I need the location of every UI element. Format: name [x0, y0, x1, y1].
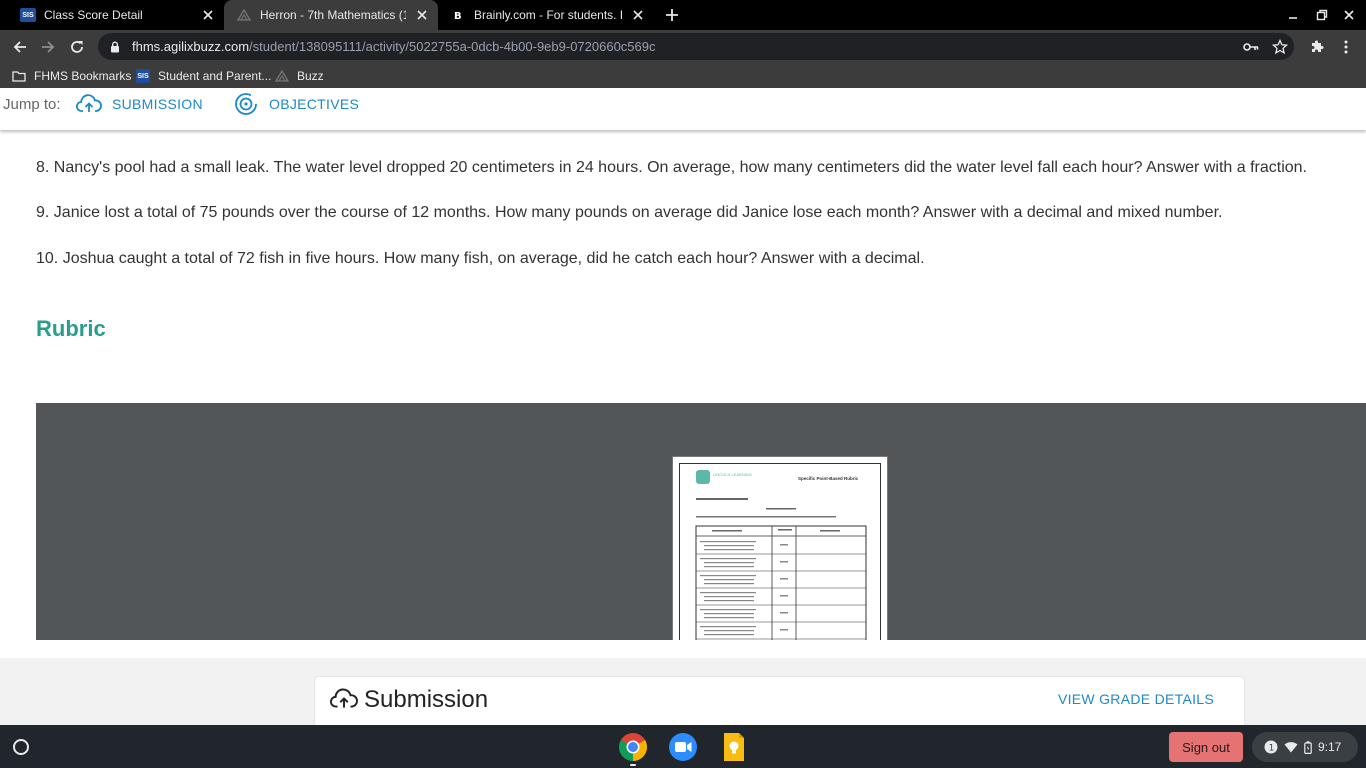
- rubric-heading: Rubric: [36, 316, 106, 341]
- close-tab-icon[interactable]: [630, 7, 646, 23]
- agilix-icon: [236, 7, 252, 23]
- browser-toolbar: fhms.agilixbuzz.com/student/138095111/ac…: [0, 30, 1366, 63]
- tab-title: Class Score Detail: [44, 8, 143, 22]
- chrome-app-button[interactable]: [618, 732, 648, 762]
- battery-icon: [1304, 740, 1312, 754]
- bookmark-label: FHMS Bookmarks: [34, 69, 132, 83]
- tab-title: Brainly.com - For students. By st: [474, 8, 622, 22]
- jump-to-bar: Jump to: SUBMISSION OBJECTIVES: [0, 88, 1366, 130]
- key-icon[interactable]: [1242, 38, 1260, 56]
- submission-title: Submission: [364, 686, 489, 713]
- close-tab-icon[interactable]: [200, 7, 216, 23]
- notification-badge: 1: [1264, 740, 1278, 754]
- folder-icon: [12, 69, 26, 83]
- puzzle-icon: [1312, 40, 1324, 52]
- tab-herron-7th-mathematics[interactable]: Herron - 7th Mathematics (1st P: [224, 0, 438, 30]
- os-shelf: Sign out 1 9:17: [0, 725, 1366, 768]
- sis-icon: SIS: [20, 7, 36, 23]
- svg-text:Specific Point-Based Rubric: Specific Point-Based Rubric: [798, 476, 859, 481]
- arrow-left-icon: [13, 41, 26, 53]
- jump-link-label: OBJECTIVES: [269, 96, 360, 112]
- chrome-icon: [619, 733, 647, 761]
- star-icon[interactable]: [1271, 38, 1289, 56]
- brainly-icon: B: [450, 7, 466, 23]
- address-bar[interactable]: fhms.agilixbuzz.com/student/138095111/ac…: [98, 33, 1294, 60]
- jump-submission-link[interactable]: SUBMISSION: [76, 91, 203, 117]
- extensions-button[interactable]: [1306, 36, 1328, 58]
- status-tray[interactable]: 1 9:17: [1252, 732, 1358, 762]
- arrow-right-icon: [42, 41, 55, 53]
- minimize-button[interactable]: [1283, 5, 1303, 25]
- tab-class-score-detail[interactable]: SIS Class Score Detail: [8, 0, 224, 30]
- new-tab-button[interactable]: [662, 5, 682, 25]
- keep-app-button[interactable]: [719, 732, 749, 762]
- bookmark-fhms-bookmarks[interactable]: FHMS Bookmarks: [12, 66, 131, 86]
- restore-button[interactable]: [1312, 5, 1332, 25]
- close-tab-icon[interactable]: [414, 7, 430, 23]
- restore-icon: [1316, 9, 1328, 21]
- question-8: 8. Nancy's pool had a small leak. The wa…: [36, 159, 1307, 176]
- url-text[interactable]: fhms.agilixbuzz.com/student/138095111/ac…: [132, 39, 656, 54]
- close-icon: [1344, 10, 1354, 20]
- bookmark-label: Student and Parent...: [158, 69, 272, 83]
- rubric-document-viewer[interactable]: LINCOLN LEARNING Specific Point-Based Ru…: [36, 403, 1366, 640]
- sign-out-button[interactable]: Sign out: [1169, 732, 1243, 762]
- question-10: 10. Joshua caught a total of 72 fish in …: [36, 250, 925, 267]
- rubric-document-thumbnail: LINCOLN LEARNING Specific Point-Based Ru…: [695, 470, 867, 640]
- reload-button[interactable]: [66, 36, 88, 58]
- target-icon: [233, 91, 259, 117]
- svg-text:1: 1: [1269, 744, 1275, 754]
- plus-icon: [666, 9, 678, 21]
- chrome-running-indicator: [630, 764, 636, 766]
- keep-icon: [724, 733, 744, 761]
- launcher-circle-icon: [13, 739, 29, 755]
- menu-button[interactable]: [1335, 36, 1357, 58]
- upload-cloud-icon: [329, 687, 359, 711]
- minimize-icon: [1289, 17, 1297, 19]
- reload-icon: [71, 41, 83, 53]
- url-host: fhms.agilixbuzz.com: [132, 39, 250, 54]
- sis-icon: SIS: [136, 69, 150, 83]
- submission-card: Submission VIEW GRADE DETAILS: [315, 677, 1244, 725]
- upload-cloud-icon: [76, 91, 102, 117]
- bookmark-label: Buzz: [297, 69, 324, 83]
- question-9: 9. Janice lost a total of 75 pounds over…: [36, 204, 1223, 221]
- launcher-button[interactable]: [8, 734, 34, 760]
- rubric-document-frame: LINCOLN LEARNING Specific Point-Based Ru…: [679, 463, 881, 640]
- zoom-icon: [669, 733, 697, 761]
- kebab-menu-icon: [1344, 40, 1348, 54]
- tab-title: Herron - 7th Mathematics (1st P: [260, 8, 406, 22]
- agilix-icon: [275, 69, 289, 83]
- tab-brainly[interactable]: B Brainly.com - For students. By st: [438, 0, 654, 30]
- svg-text:B: B: [454, 11, 462, 21]
- lock-icon[interactable]: [108, 40, 122, 54]
- svg-text:LINCOLN LEARNING: LINCOLN LEARNING: [713, 472, 752, 477]
- jump-to-label: Jump to:: [3, 96, 61, 113]
- jump-link-label: SUBMISSION: [112, 96, 203, 112]
- zoom-app-button[interactable]: [668, 732, 698, 762]
- clock: 9:17: [1318, 740, 1342, 754]
- back-button[interactable]: [9, 36, 31, 58]
- url-path: /student/138095111/activity/5022755a-0dc…: [249, 39, 656, 54]
- rubric-document-page: LINCOLN LEARNING Specific Point-Based Ru…: [672, 456, 888, 640]
- browser-tab-strip: SIS Class Score Detail Herron - 7th Math…: [0, 0, 1366, 30]
- bookmarks-bar: FHMS Bookmarks SIS Student and Parent...…: [0, 63, 1366, 88]
- web-page: Jump to: SUBMISSION OBJECTIVES 8. Nancy'…: [0, 88, 1366, 725]
- view-grade-details-link[interactable]: VIEW GRADE DETAILS: [1058, 691, 1214, 707]
- wifi-icon: [1284, 741, 1298, 753]
- forward-button[interactable]: [37, 36, 59, 58]
- bookmark-student-and-parent[interactable]: SIS Student and Parent...: [136, 66, 271, 86]
- bookmark-buzz[interactable]: Buzz: [275, 66, 324, 86]
- jump-objectives-link[interactable]: OBJECTIVES: [233, 91, 359, 117]
- close-window-button[interactable]: [1339, 5, 1359, 25]
